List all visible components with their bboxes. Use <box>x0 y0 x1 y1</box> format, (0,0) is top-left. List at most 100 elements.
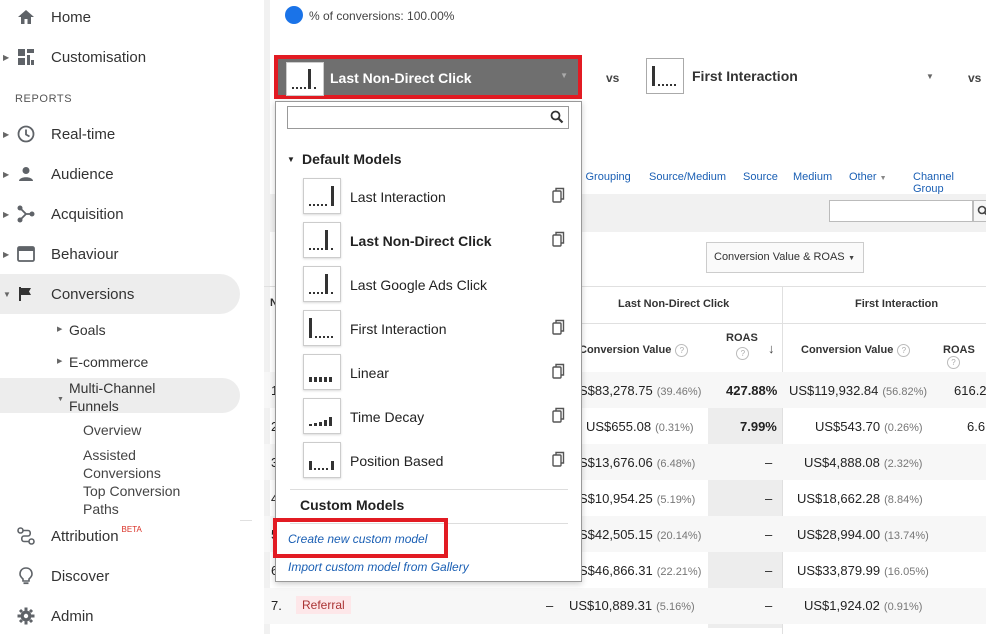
table-search-button[interactable] <box>973 200 986 222</box>
col-conversion-value-label: Conversion Value <box>579 344 672 356</box>
nav-audience-label: Audience <box>51 165 114 183</box>
nav-home-label: Home <box>51 8 92 26</box>
tab-channel-grouping[interactable]: l Grouping <box>580 171 631 183</box>
row-conv-value: S$13,676.06 (6.48%) <box>579 455 695 470</box>
nav-behaviour[interactable]: ▶ Behaviour <box>0 234 240 274</box>
model-search-input[interactable] <box>287 106 569 129</box>
expand-arrow-icon: ▶ <box>57 358 63 365</box>
table-row: 7. – US$10,889.31 (5.16%) – US$1,924.02 (0… <box>264 588 986 624</box>
nav-behaviour-label: Behaviour <box>51 245 119 263</box>
nav-discover-label: Discover <box>51 567 110 585</box>
row-conv-value: US$655.08 (0.31%) <box>586 419 694 434</box>
model-option-time-decay[interactable]: Time Decay <box>303 398 573 436</box>
model-option-last-interaction[interactable]: Last Interaction <box>303 178 573 216</box>
last-non-direct-click-model-icon <box>286 62 324 96</box>
nav-customisation-label: Customisation <box>51 48 147 66</box>
attribution-icon <box>15 525 37 547</box>
nav-home[interactable]: Home <box>0 0 240 37</box>
model-selector-2[interactable]: First Interaction ▼ <box>646 58 946 94</box>
model-option-last-google-ads-click[interactable]: Last Google Ads Click <box>303 266 573 304</box>
model-option-label: Time Decay <box>350 409 425 425</box>
row-conv-value: S$46,866.31 (22.21%) <box>579 563 701 578</box>
row-conv-value-2: US$119,932.84 (56.82%) <box>789 383 927 398</box>
flag-icon <box>15 283 37 305</box>
model-option-linear[interactable]: Linear <box>303 354 573 392</box>
row-conv-value-2: US$33,879.99 (16.05%) <box>797 563 929 578</box>
default-models-heading[interactable]: ▼ Default Models <box>287 151 402 167</box>
import-custom-model-link[interactable]: Import custom model from Gallery <box>288 560 469 574</box>
copy-icon[interactable] <box>552 407 565 428</box>
col-roas-2[interactable]: ROAS? <box>943 344 986 369</box>
copy-icon[interactable] <box>552 187 565 208</box>
nav-multi-channel-funnels[interactable]: ▼ Multi-Channel Funnels <box>57 379 156 415</box>
nav-goals[interactable]: ▶ Goals <box>57 322 106 338</box>
last-non-direct-click-model-icon <box>303 222 341 258</box>
nav-top-conversion-paths[interactable]: Top Conversion Paths <box>83 482 180 518</box>
table-search-input[interactable] <box>829 200 973 222</box>
tab-channel-group[interactable]: Channel Group <box>913 171 986 195</box>
col-roas[interactable]: ROAS ? <box>726 332 758 360</box>
expand-arrow-icon: ▶ <box>3 52 10 62</box>
nav-attribution-label: Attribution BETA <box>51 525 142 545</box>
tab-source-medium[interactable]: Source/Medium <box>649 171 726 183</box>
default-models-label: Default Models <box>302 151 402 167</box>
col-conversion-value-2[interactable]: Conversion Value? <box>801 344 911 357</box>
copy-icon[interactable] <box>552 231 565 252</box>
conv-value-2-pct: (16.05%) <box>884 566 929 578</box>
model-option-label: Last Non-Direct Click <box>350 233 492 249</box>
nav-conversions[interactable]: ▼ Conversions <box>0 274 240 314</box>
help-icon[interactable]: ? <box>736 347 750 360</box>
metric-selector[interactable]: Conversion Value & ROAS ▼ <box>706 242 864 273</box>
sidebar: Home ▶ Customisation REPORTS ▶ Real-time… <box>0 0 252 634</box>
sort-descending-icon[interactable]: ↓ <box>768 341 775 356</box>
lightbulb-icon <box>15 565 37 587</box>
nav-assisted-label-2: Conversions <box>83 465 161 481</box>
custom-models-heading: Custom Models <box>300 497 405 513</box>
col-conversion-value[interactable]: Conversion Value? <box>579 344 689 357</box>
help-icon[interactable]: ? <box>947 356 960 369</box>
nav-audience[interactable]: ▶ Audience <box>0 154 240 194</box>
chevron-down-icon: ▼ <box>879 175 887 182</box>
conv-value-pct: (20.14%) <box>656 530 702 542</box>
model-option-position-based[interactable]: Position Based <box>303 442 573 480</box>
conv-value: S$46,866.31 <box>579 563 653 578</box>
copy-icon[interactable] <box>552 363 565 384</box>
gear-icon <box>15 605 37 627</box>
roas-value-2: 616.2 <box>954 383 986 398</box>
row-conv-value-2: US$28,994.00 (13.74%) <box>797 527 929 542</box>
row-number: 7. <box>271 598 282 613</box>
model-option-label: Last Interaction <box>350 189 446 205</box>
model-selector-1-label: Last Non-Direct Click <box>330 70 472 86</box>
nav-mcf-label-1: Multi-Channel <box>69 380 156 396</box>
group-header-last-non-direct: Last Non-Direct Click <box>618 298 730 310</box>
tab-medium[interactable]: Medium <box>793 171 832 183</box>
help-icon[interactable]: ? <box>897 344 911 357</box>
conv-value-pct: (6.48%) <box>656 458 696 470</box>
conv-value-2: US$28,994.00 <box>797 527 881 542</box>
copy-icon[interactable] <box>552 319 565 340</box>
model-option-last-non-direct-click[interactable]: Last Non-Direct Click <box>303 222 573 260</box>
nav-ecommerce[interactable]: ▶ E-commerce <box>57 354 148 370</box>
roas-value: – <box>765 527 773 542</box>
nav-acquisition[interactable]: ▶ Acquisition <box>0 194 240 234</box>
nav-assisted-conversions[interactable]: Assisted Conversions <box>83 446 161 482</box>
help-icon[interactable]: ? <box>675 344 689 357</box>
model-selector-1[interactable]: Last Non-Direct Click ▼ <box>274 55 582 99</box>
tab-source[interactable]: Source <box>743 171 778 183</box>
copy-icon[interactable] <box>552 451 565 472</box>
tab-other[interactable]: Other ▼ <box>849 171 887 183</box>
nav-customisation[interactable]: ▶ Customisation <box>0 37 240 77</box>
model-option-first-interaction[interactable]: First Interaction <box>303 310 573 348</box>
nav-admin[interactable]: Admin <box>0 596 240 634</box>
roas-value: 7.99% <box>740 419 777 434</box>
roas-value: – <box>765 598 773 613</box>
nav-discover[interactable]: Discover <box>0 556 240 596</box>
channel-badge-referral[interactable]: Referral <box>296 596 351 614</box>
roas-value-2: 6.6 <box>967 419 986 434</box>
nav-overview[interactable]: Overview <box>83 421 141 439</box>
expand-arrow-icon: ▶ <box>3 209 10 219</box>
nav-realtime[interactable]: ▶ Real-time <box>0 114 240 154</box>
conv-value-pct: (22.21%) <box>656 566 702 578</box>
nav-attribution[interactable]: Attribution BETA <box>0 516 240 556</box>
conversion-pie-icon <box>285 6 303 24</box>
